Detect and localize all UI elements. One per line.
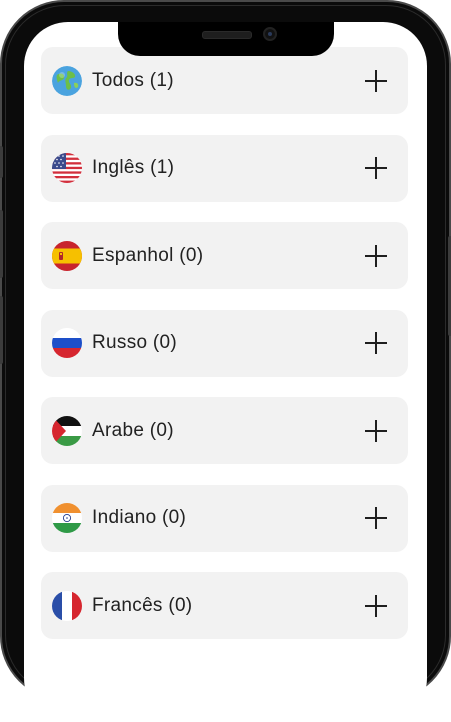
language-label: Indiano (0) [92, 507, 187, 528]
add-icon[interactable] [365, 507, 387, 529]
add-icon[interactable] [365, 69, 387, 92]
volume-up-button [0, 210, 3, 278]
language-row-arabe[interactable]: Arabe (0) [41, 397, 408, 464]
language-list: Todos (1) Inglês (1) Espanhol (0) Russo … [41, 47, 408, 660]
palestine-flag-icon [52, 415, 82, 446]
language-row-espanhol[interactable]: Espanhol (0) [41, 222, 408, 289]
front-camera [263, 27, 277, 41]
us-flag-icon [52, 153, 82, 183]
language-label: Francês (0) [92, 594, 193, 616]
volume-down-button [0, 296, 3, 364]
language-row-todos[interactable]: Todos (1) [41, 47, 408, 114]
language-row-ingles[interactable]: Inglês (1) [41, 134, 408, 202]
add-icon[interactable] [365, 419, 387, 442]
language-label: Russo (0) [92, 332, 178, 353]
france-flag-icon [52, 590, 82, 621]
phone-notch [118, 22, 334, 56]
language-label: Espanhol (0) [92, 244, 204, 266]
add-icon[interactable] [365, 244, 387, 267]
language-label: Arabe (0) [92, 419, 174, 441]
add-icon[interactable] [365, 332, 387, 354]
language-label: Todos (1) [92, 69, 174, 91]
spain-flag-icon [52, 240, 82, 271]
india-flag-icon [52, 503, 82, 533]
mute-switch [0, 146, 3, 178]
russia-flag-icon [52, 328, 82, 358]
add-icon[interactable] [365, 594, 387, 617]
language-label: Inglês (1) [92, 157, 175, 178]
add-icon[interactable] [365, 157, 387, 179]
language-row-russo[interactable]: Russo (0) [41, 309, 408, 377]
globe-icon [52, 65, 82, 96]
language-row-frances[interactable]: Francês (0) [41, 572, 408, 639]
speaker-grille [202, 31, 252, 39]
language-row-indiano[interactable]: Indiano (0) [41, 484, 408, 552]
